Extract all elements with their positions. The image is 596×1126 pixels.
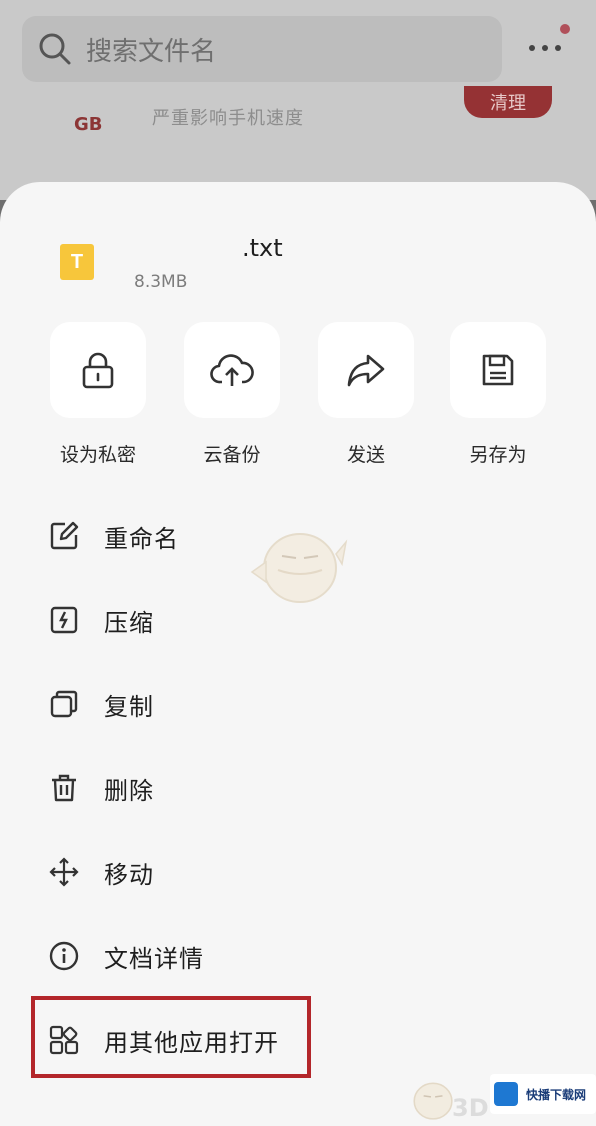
info-icon	[48, 940, 80, 972]
trash-icon	[48, 772, 80, 804]
watermark-mascot	[250, 533, 348, 603]
quick-actions: 设为私密 云备份 发送 另存为	[0, 322, 596, 472]
watermark-badge: 快播下载网	[490, 1074, 596, 1114]
background-app: 搜索文件名 GB 严重影响手机速度 清理	[0, 0, 596, 200]
action-tile[interactable]	[50, 322, 146, 418]
lock-icon	[82, 352, 114, 389]
highlight-box	[31, 996, 311, 1078]
menu-item-label: 移动	[104, 860, 154, 889]
storage-hint: 严重影响手机速度	[152, 108, 304, 129]
action-tile[interactable]	[318, 322, 414, 418]
menu-item-label: 重命名	[104, 524, 179, 553]
menu-item-move[interactable]: 移动	[0, 830, 596, 914]
watermark-brand: 3D	[452, 1094, 489, 1122]
action-label: 云备份	[203, 444, 261, 466]
notification-dot	[560, 24, 570, 34]
storage-unit: GB	[74, 114, 103, 135]
menu-item-label: 文档详情	[104, 944, 204, 973]
zip-icon	[48, 604, 80, 636]
menu-item-details[interactable]: 文档详情	[0, 914, 596, 998]
file-size: 8.3MB	[134, 272, 188, 292]
action-label: 另存为	[469, 444, 527, 466]
menu-item-delete[interactable]: 删除	[0, 746, 596, 830]
copy-icon	[48, 688, 80, 720]
menu-item-label: 删除	[104, 776, 154, 805]
menu-item-copy[interactable]: 复制	[0, 662, 596, 746]
cloud-backup-button[interactable]: 云备份	[172, 322, 292, 467]
file-name: .txt	[242, 234, 283, 262]
cloud-upload-icon	[210, 354, 254, 386]
edit-icon	[48, 520, 80, 552]
search-bar[interactable]: 搜索文件名	[22, 16, 502, 82]
clean-button[interactable]: 清理	[464, 86, 552, 118]
save-icon	[482, 354, 514, 386]
send-button[interactable]: 发送	[306, 322, 426, 467]
save-as-button[interactable]: 另存为	[438, 322, 558, 467]
action-tile[interactable]	[450, 322, 546, 418]
file-type-letter: T	[70, 250, 84, 273]
share-arrow-icon	[347, 354, 385, 387]
site-logo-icon	[494, 1082, 518, 1106]
watermark-site-name: 快播下载网	[526, 1087, 587, 1102]
move-icon	[48, 856, 80, 888]
search-placeholder: 搜索文件名	[86, 36, 217, 67]
action-label: 发送	[346, 444, 385, 466]
file-options-sheet: T .txt 8.3MB 设为私密 云备份 发送 另存为 重命名 压缩 复制 删…	[0, 182, 596, 1126]
menu-item-label: 压缩	[104, 608, 154, 637]
search-icon	[39, 33, 71, 65]
more-icon[interactable]	[528, 44, 562, 52]
action-tile[interactable]	[184, 322, 280, 418]
action-label: 设为私密	[59, 444, 136, 466]
txt-file-icon: T	[60, 244, 94, 280]
set-private-button[interactable]: 设为私密	[38, 322, 158, 467]
menu-item-label: 复制	[104, 692, 154, 721]
